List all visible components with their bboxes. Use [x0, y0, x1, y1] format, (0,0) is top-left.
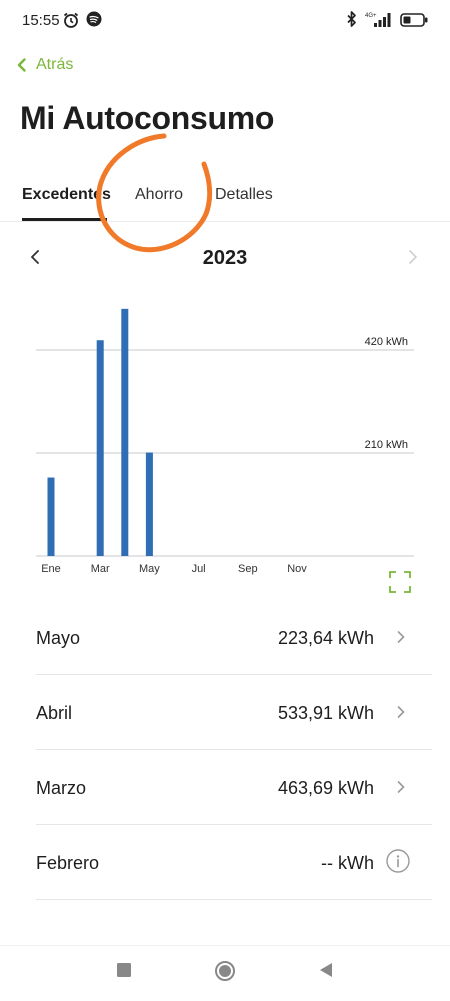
list-item-month: Febrero: [36, 853, 100, 873]
back-triangle-icon[interactable]: [318, 962, 334, 978]
chart-x-tick-label: Ene: [41, 563, 61, 575]
tab-ahorro[interactable]: Ahorro: [135, 186, 183, 204]
list-item-abril[interactable]: Abril 533,91 kWh: [36, 675, 432, 750]
chevron-right-icon[interactable]: [396, 705, 406, 719]
status-time: 15:55: [22, 12, 60, 29]
chart-bar: [96, 340, 104, 556]
tab-excedentes[interactable]: Excedentes: [22, 186, 111, 204]
battery-icon: [400, 12, 428, 27]
status-left-icons: [62, 11, 102, 29]
chart-gridline-label: 210 kWh: [365, 439, 408, 451]
chart-bar: [121, 308, 129, 556]
bluetooth-icon: [346, 11, 358, 28]
expand-icon[interactable]: [389, 571, 411, 593]
tab-bar: Excedentes Ahorro Detalles: [0, 180, 450, 222]
back-label: Atrás: [36, 56, 74, 73]
chart-x-tick-label: Jul: [192, 563, 206, 575]
back-button[interactable]: Atrás: [16, 56, 73, 74]
monthly-surplus-chart: 210 kWh 420 kWh Ene Mar May Jul Sep Nov: [36, 308, 414, 575]
list-item-value: 223,64 kWh: [277, 628, 374, 648]
info-icon[interactable]: [386, 849, 410, 873]
page-title: Mi Autoconsumo: [20, 100, 275, 136]
chevron-right-icon[interactable]: [396, 630, 406, 644]
system-navigation-bar: [0, 945, 450, 1001]
chart-bar: [145, 452, 153, 556]
chevron-left-icon: [16, 57, 28, 73]
recent-apps-icon[interactable]: [116, 962, 132, 978]
chart-x-tick-label: Mar: [91, 563, 110, 575]
chart-x-tick-label: Nov: [287, 563, 307, 575]
alarm-icon: [62, 11, 80, 29]
chart-x-tick-label: Sep: [238, 563, 258, 575]
signal-icon: 4G+: [365, 11, 393, 28]
list-item-value: -- kWh: [321, 853, 374, 873]
spotify-icon: [86, 11, 102, 29]
year-label: 2023: [202, 247, 248, 269]
chart-bar: [47, 477, 55, 556]
year-navigation: 2023: [0, 240, 450, 276]
chart-x-tick-label: May: [139, 563, 160, 575]
list-item-value: 463,69 kWh: [277, 778, 374, 798]
list-item-mayo[interactable]: Mayo 223,64 kWh: [36, 600, 432, 675]
chart-gridline-label: 420 kWh: [365, 336, 408, 348]
list-item-marzo[interactable]: Marzo 463,69 kWh: [36, 750, 432, 825]
next-year-button[interactable]: [406, 248, 420, 266]
monthly-list: Mayo 223,64 kWh Abril 533,91 kWh Marzo 4…: [36, 600, 432, 900]
status-bar: 15:55 4G+: [0, 0, 450, 42]
list-item-febrero[interactable]: Febrero -- kWh: [36, 825, 432, 900]
tab-divider: [0, 221, 450, 222]
chevron-right-icon[interactable]: [396, 780, 406, 794]
list-item-month: Abril: [36, 703, 73, 723]
list-item-month: Mayo: [36, 628, 81, 648]
status-right-icons: 4G+: [346, 11, 428, 28]
home-icon[interactable]: [214, 960, 236, 982]
list-item-month: Marzo: [36, 778, 87, 798]
tab-detalles[interactable]: Detalles: [215, 186, 273, 204]
network-type-label: 4G+: [365, 13, 377, 19]
list-item-value: 533,91 kWh: [277, 703, 374, 723]
